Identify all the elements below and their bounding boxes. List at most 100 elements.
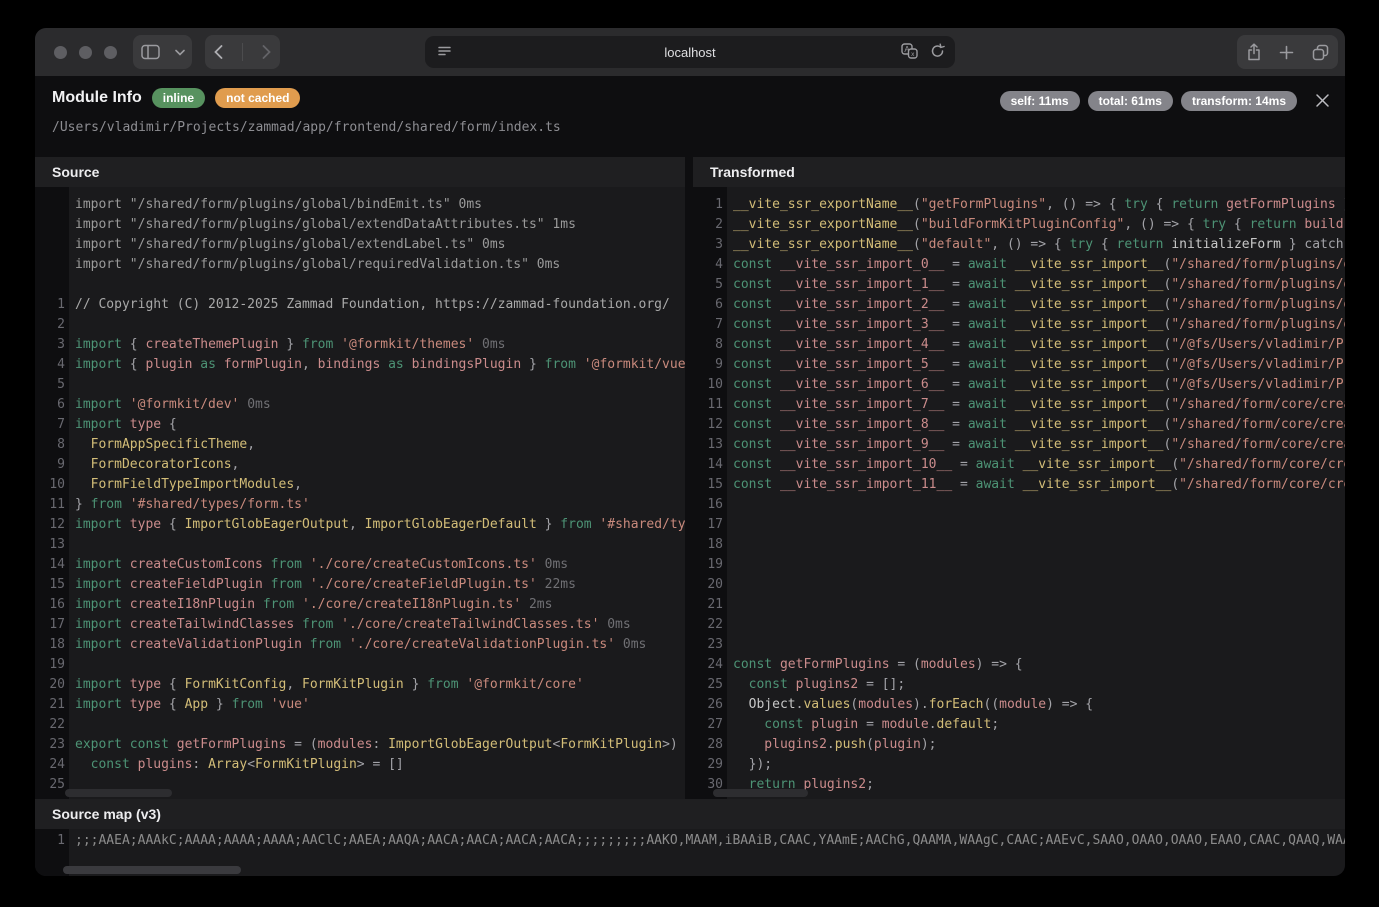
code-line: 28 plugins2.push(plugin);	[693, 735, 1345, 755]
metric-total: total: 61ms	[1088, 91, 1173, 111]
code-line: 1// Copyright (C) 2012-2025 Zammad Found…	[35, 295, 685, 315]
sourcemap-panel: Source map (v3) 1;;;AAEA;AAAkC;AAAA;AAAA…	[35, 799, 1345, 876]
code-line: 22	[693, 615, 1345, 635]
code-line: import "/shared/form/plugins/global/exte…	[35, 235, 685, 255]
share-icon[interactable]	[1246, 43, 1262, 61]
code-line: 17import createTailwindClasses from './c…	[35, 615, 685, 635]
code-line: 5	[35, 375, 685, 395]
back-button[interactable]	[214, 45, 223, 59]
sourcemap-code-area[interactable]: 1;;;AAEA;AAAkC;AAAA;AAAA;AAAA;AAClC;AAEA…	[35, 829, 1345, 876]
window-close-button[interactable]	[54, 46, 67, 59]
plus-icon[interactable]	[1279, 45, 1294, 60]
code-line: 17	[693, 515, 1345, 535]
window-minimize-button[interactable]	[79, 46, 92, 59]
code-line: 21	[693, 595, 1345, 615]
code-line: 20import type { FormKitConfig, FormKitPl…	[35, 675, 685, 695]
code-line: 27 const plugin = module.default;	[693, 715, 1345, 735]
code-line: 15const __vite_ssr_import_11__ = await _…	[693, 475, 1345, 495]
code-line: 23	[693, 635, 1345, 655]
code-line: 14import createCustomIcons from './core/…	[35, 555, 685, 575]
nav-buttons	[205, 35, 280, 69]
page-title: Module Info	[52, 89, 142, 107]
code-line: 6import '@formkit/dev' 0ms	[35, 395, 685, 415]
code-line: 10 FormFieldTypeImportModules,	[35, 475, 685, 495]
code-line: 24const getFormPlugins = (modules) => {	[693, 655, 1345, 675]
transformed-panel-title: Transformed	[710, 164, 795, 180]
code-line: 5const __vite_ssr_import_1__ = await __v…	[693, 275, 1345, 295]
translate-icon[interactable]: A x	[901, 43, 918, 59]
address-bar[interactable]: localhost A x	[425, 36, 955, 68]
code-line: 15import createFieldPlugin from './core/…	[35, 575, 685, 595]
code-line: 29 });	[693, 755, 1345, 775]
code-line: import "/shared/form/plugins/global/requ…	[35, 255, 685, 275]
transformed-code-area[interactable]: 1__vite_ssr_exportName__("getFormPlugins…	[693, 187, 1345, 799]
window-zoom-button[interactable]	[104, 46, 117, 59]
badge-inline: inline	[152, 88, 205, 108]
screenshot-root: { "browser": { "url": "localhost", "tool…	[0, 0, 1379, 907]
sourcemap-code: 1;;;AAEA;AAAkC;AAAA;AAAA;AAAA;AAClC;AAEA…	[35, 831, 1345, 851]
code-line: 13const __vite_ssr_import_9__ = await __…	[693, 435, 1345, 455]
code-line: 26 Object.values(modules).forEach((modul…	[693, 695, 1345, 715]
code-line: 14const __vite_ssr_import_10__ = await _…	[693, 455, 1345, 475]
traffic-lights	[54, 46, 117, 59]
browser-titlebar: localhost A x	[35, 28, 1345, 76]
code-line: 11} from '#shared/types/form.ts'	[35, 495, 685, 515]
close-button[interactable]	[1313, 91, 1331, 109]
code-line: import "/shared/form/plugins/global/bind…	[35, 195, 685, 215]
code-line: 23export const getFormPlugins = (modules…	[35, 735, 685, 755]
code-line: 7import type {	[35, 415, 685, 435]
code-line: 18import createValidationPlugin from './…	[35, 635, 685, 655]
sourcemap-title: Source map (v3)	[52, 806, 161, 822]
timing-metrics: self: 11ms total: 61ms transform: 14ms	[1000, 91, 1297, 111]
transformed-panel: Transformed 1__vite_ssr_exportName__("ge…	[693, 157, 1345, 799]
code-line: 1;;;AAEA;AAAkC;AAAA;AAAA;AAAA;AAClC;AAEA…	[35, 831, 1345, 851]
code-line: import "/shared/form/plugins/global/exte…	[35, 215, 685, 235]
code-line: 19	[693, 555, 1345, 575]
code-line: 12import type { ImportGlobEagerOutput, I…	[35, 515, 685, 535]
url-text: localhost	[425, 45, 955, 60]
close-icon	[1315, 93, 1330, 108]
code-line: 18	[693, 535, 1345, 555]
code-line: 25 const plugins2 = [];	[693, 675, 1345, 695]
code-line: 3import { createThemePlugin } from '@for…	[35, 335, 685, 355]
code-line: 7const __vite_ssr_import_3__ = await __v…	[693, 315, 1345, 335]
module-file-path: /Users/vladimir/Projects/zammad/app/fron…	[52, 120, 561, 135]
code-line: 4import { plugin as formPlugin, bindings…	[35, 355, 685, 375]
code-line: 8 FormAppSpecificTheme,	[35, 435, 685, 455]
source-hscrollbar[interactable]	[65, 789, 172, 797]
transformed-hscrollbar[interactable]	[713, 789, 808, 797]
source-panel-title: Source	[52, 164, 99, 180]
code-line: 10const __vite_ssr_import_6__ = await __…	[693, 375, 1345, 395]
badge-not-cached: not cached	[215, 88, 300, 108]
code-line: 21import type { App } from 'vue'	[35, 695, 685, 715]
sourcemap-hscrollbar[interactable]	[63, 866, 241, 874]
code-line: 20	[693, 575, 1345, 595]
sidebar-toggle-icon[interactable]	[141, 44, 160, 60]
metric-self: self: 11ms	[1000, 91, 1080, 111]
source-deps: import "/shared/form/plugins/global/bind…	[35, 195, 685, 275]
code-line: 13	[35, 535, 685, 555]
tab-overview-icon[interactable]	[1312, 44, 1329, 61]
module-info-header: Module Info inline not cached	[52, 88, 300, 108]
sourcemap-header: Source map (v3)	[35, 799, 1345, 829]
transformed-panel-header: Transformed	[693, 157, 1345, 187]
code-line: 4const __vite_ssr_import_0__ = await __v…	[693, 255, 1345, 275]
code-line: 6const __vite_ssr_import_2__ = await __v…	[693, 295, 1345, 315]
source-code-area[interactable]: import "/shared/form/plugins/global/bind…	[35, 187, 685, 799]
code-line: 2__vite_ssr_exportName__("buildFormKitPl…	[693, 215, 1345, 235]
metric-transform: transform: 14ms	[1181, 91, 1297, 111]
chevron-down-icon[interactable]	[175, 49, 185, 56]
code-line: 1__vite_ssr_exportName__("getFormPlugins…	[693, 195, 1345, 215]
code-line: 19	[35, 655, 685, 675]
code-line: 9const __vite_ssr_import_5__ = await __v…	[693, 355, 1345, 375]
code-line: 16	[693, 495, 1345, 515]
sidebar-toggle-group	[133, 35, 192, 69]
reload-icon[interactable]	[930, 43, 945, 59]
source-code: 1// Copyright (C) 2012-2025 Zammad Found…	[35, 295, 685, 795]
code-line: 24 const plugins: Array<FormKitPlugin> =…	[35, 755, 685, 775]
forward-button[interactable]	[262, 45, 271, 59]
code-line: 8const __vite_ssr_import_4__ = await __v…	[693, 335, 1345, 355]
source-panel-header: Source	[35, 157, 685, 187]
code-line: 22	[35, 715, 685, 735]
code-line: 12const __vite_ssr_import_8__ = await __…	[693, 415, 1345, 435]
